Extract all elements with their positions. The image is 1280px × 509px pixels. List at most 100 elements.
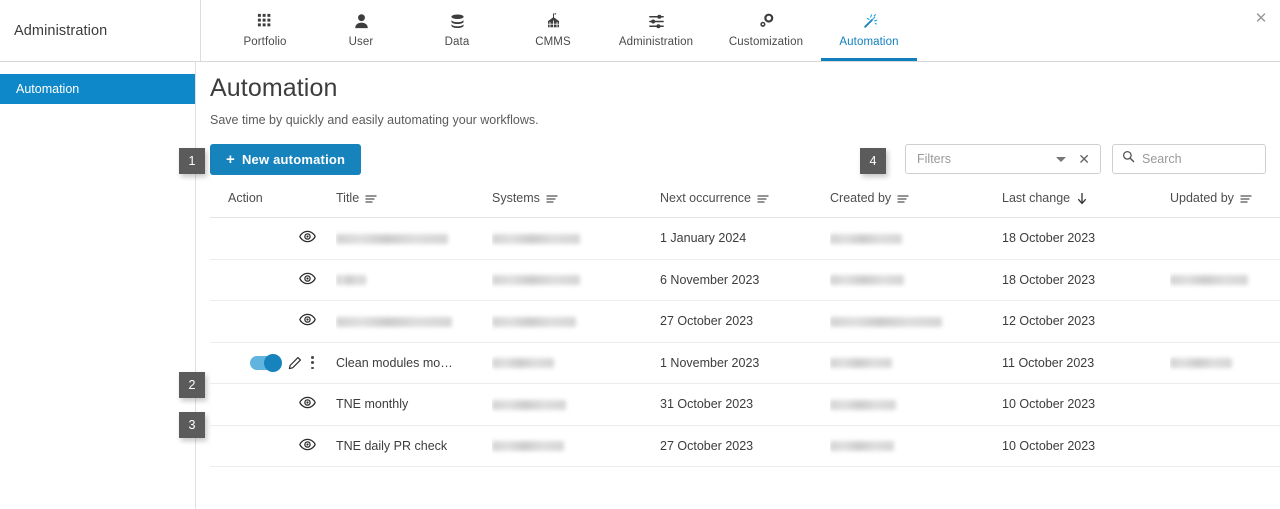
row-action-group: [210, 272, 336, 288]
clear-filters-icon[interactable]: ✕: [1076, 152, 1092, 166]
cell-text: 18 October 2023: [1002, 231, 1095, 245]
chevron-down-icon[interactable]: [1056, 157, 1066, 162]
cell-last-change: 18 October 2023: [1002, 218, 1170, 260]
search-placeholder: Search: [1142, 152, 1182, 166]
magic-wand-icon: [860, 9, 879, 33]
column-header-title[interactable]: Title: [336, 191, 492, 218]
cell-systems: [492, 425, 660, 467]
cell-action: [210, 259, 336, 301]
main-content: Automation Save time by quickly and easi…: [196, 62, 1280, 509]
row-action-group: [210, 438, 336, 454]
cell-updated-by: [1170, 301, 1280, 343]
tab-administration[interactable]: Administration: [601, 0, 711, 61]
tab-automation[interactable]: Automation: [821, 0, 917, 61]
cell-systems: [492, 218, 660, 260]
table-row[interactable]: TNE monthly31 October 202310 October 202…: [210, 384, 1280, 426]
cell-text: 6 November 2023: [660, 273, 759, 287]
column-header-next-occurrence[interactable]: Next occurrence: [660, 191, 830, 218]
cell-next-occurrence: 31 October 2023: [660, 384, 830, 426]
tab-customization[interactable]: Customization: [711, 0, 821, 61]
column-header-action[interactable]: Action: [210, 191, 336, 218]
grid-icon: [256, 9, 275, 33]
cell-updated-by: [1170, 425, 1280, 467]
column-menu-icon[interactable]: [546, 194, 558, 203]
redacted-text: [492, 234, 580, 244]
eye-icon[interactable]: [299, 438, 316, 454]
table-row[interactable]: Clean modules mo…1 November 202311 Octob…: [210, 342, 1280, 384]
eye-icon[interactable]: [299, 272, 316, 288]
tab-label: CMMS: [535, 36, 571, 48]
table-header: Action Title: [210, 191, 1280, 218]
factory-icon: [544, 9, 563, 33]
cell-next-occurrence: 27 October 2023: [660, 301, 830, 343]
cell-last-change: 10 October 2023: [1002, 425, 1170, 467]
row-action-group: [210, 396, 336, 412]
cell-last-change: 18 October 2023: [1002, 259, 1170, 301]
cell-text: 27 October 2023: [660, 314, 753, 328]
edit-icon[interactable]: [288, 356, 302, 370]
cell-updated-by: [1170, 218, 1280, 260]
eye-icon[interactable]: [299, 230, 316, 246]
cell-next-occurrence: 1 November 2023: [660, 342, 830, 384]
column-header-systems[interactable]: Systems: [492, 191, 660, 218]
close-icon[interactable]: ✕: [1252, 9, 1270, 27]
filters-input[interactable]: Filters ✕: [905, 144, 1101, 174]
table-row[interactable]: 27 October 202312 October 2023: [210, 301, 1280, 343]
column-menu-icon[interactable]: [365, 194, 377, 203]
table-header-row: Action Title: [210, 191, 1280, 218]
customize-icon: [757, 9, 776, 33]
column-menu-icon[interactable]: [757, 194, 769, 203]
cell-text: TNE daily PR check: [336, 439, 447, 453]
tab-label: Automation: [839, 36, 898, 48]
tab-label: Customization: [729, 36, 803, 48]
cell-created-by: [830, 425, 1002, 467]
tab-cmms[interactable]: CMMS: [505, 0, 601, 61]
redacted-text: [830, 441, 894, 451]
table-row[interactable]: 6 November 2023 18 October 2023: [210, 259, 1280, 301]
column-menu-icon[interactable]: [897, 194, 909, 203]
automations-table: Action Title: [210, 191, 1280, 467]
redacted-text: [1170, 358, 1232, 368]
new-automation-label: New automation: [242, 152, 345, 167]
nav-tab-list: Portfolio User Data: [201, 0, 1280, 61]
search-icon: [1122, 150, 1135, 168]
cell-action: [210, 218, 336, 260]
sort-descending-icon[interactable]: [1076, 192, 1088, 205]
column-label: Updated by: [1170, 191, 1234, 205]
column-header-created-by[interactable]: Created by: [830, 191, 1002, 218]
cell-action: [210, 425, 336, 467]
column-label: Systems: [492, 191, 540, 205]
cell-text: 10 October 2023: [1002, 439, 1095, 453]
tab-user[interactable]: User: [313, 0, 409, 61]
column-label: Created by: [830, 191, 891, 205]
redacted-text: [492, 400, 566, 410]
column-header-last-change[interactable]: Last change: [1002, 191, 1170, 218]
cell-text: 1 January 2024: [660, 231, 746, 245]
table-row[interactable]: TNE daily PR check27 October 202310 Octo…: [210, 425, 1280, 467]
redacted-text: [830, 317, 942, 327]
table-row[interactable]: 1 January 2024 18 October 2023: [210, 218, 1280, 260]
redacted-text: [830, 234, 902, 244]
column-header-updated-by[interactable]: Updated by: [1170, 191, 1280, 218]
eye-icon[interactable]: [299, 396, 316, 412]
sidebar-item-automation[interactable]: Automation: [0, 74, 195, 104]
page-title: Automation: [210, 74, 1280, 103]
cell-last-change: 11 October 2023: [1002, 342, 1170, 384]
column-menu-icon[interactable]: [1240, 194, 1252, 203]
search-input[interactable]: Search: [1112, 144, 1266, 174]
tab-portfolio[interactable]: Portfolio: [217, 0, 313, 61]
cell-next-occurrence: 1 January 2024: [660, 218, 830, 260]
column-label: Title: [336, 191, 359, 205]
new-automation-button[interactable]: + New automation: [210, 144, 361, 175]
tab-data[interactable]: Data: [409, 0, 505, 61]
cell-created-by: [830, 384, 1002, 426]
redacted-text: [492, 441, 564, 451]
app-title: Administration: [0, 0, 200, 61]
toolbar-right-group: Filters ✕ Search: [905, 144, 1266, 174]
row-menu-icon[interactable]: [309, 356, 316, 369]
cell-systems: [492, 259, 660, 301]
annotation-badge-3: 3: [179, 412, 205, 438]
eye-icon[interactable]: [299, 313, 316, 329]
page-body: Automation Automation Save time by quick…: [0, 62, 1280, 509]
enabled-toggle[interactable]: [250, 356, 281, 370]
